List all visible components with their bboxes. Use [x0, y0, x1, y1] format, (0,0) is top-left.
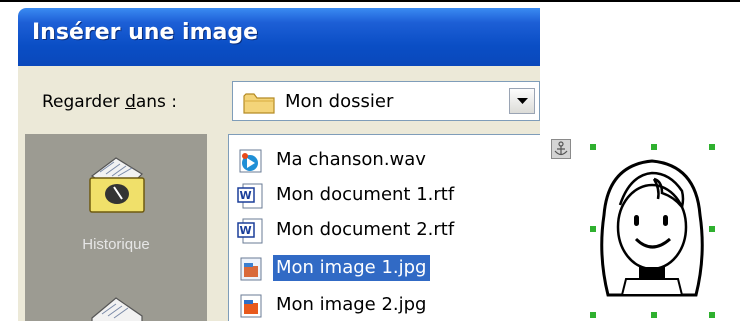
word-document-icon: W: [237, 217, 265, 245]
places-item-next[interactable]: [86, 292, 148, 321]
folder-icon: [243, 92, 275, 118]
chevron-down-icon: [517, 98, 528, 104]
dialog-title: Insérer une image: [32, 20, 259, 45]
dialog-titlebar[interactable]: Insérer une image: [18, 8, 540, 66]
girl-face-clipart[interactable]: [590, 145, 714, 315]
envelope-icon: [91, 297, 143, 321]
dropdown-button[interactable]: [509, 88, 535, 114]
file-name: Mon document 1.rtf: [276, 184, 455, 205]
file-list: Ma chanson.wav W Mon document 1.rtf W Mo: [228, 134, 540, 321]
places-bar: Historique: [25, 134, 207, 321]
insert-image-dialog: Insérer une image Regarder dans : Mon do…: [18, 8, 540, 321]
anchor-icon[interactable]: [551, 139, 571, 163]
svg-text:W: W: [240, 189, 252, 202]
file-name: Ma chanson.wav: [276, 149, 426, 170]
places-item-label: Historique: [82, 236, 150, 253]
image-file-icon: [237, 292, 265, 320]
image-file-icon: [237, 255, 265, 283]
look-in-value: Mon dossier: [285, 91, 394, 112]
file-name: Mon image 1.jpg: [273, 255, 430, 281]
file-name: Mon document 2.rtf: [276, 219, 455, 240]
places-item-history[interactable]: Historique: [25, 148, 207, 258]
svg-text:W: W: [240, 224, 252, 237]
file-name: Mon image 2.jpg: [276, 294, 427, 315]
word-document-icon: W: [237, 182, 265, 210]
look-in-dropdown[interactable]: Mon dossier: [232, 81, 540, 121]
top-border-line: [0, 0, 740, 2]
look-in-label: Regarder dans :: [42, 92, 178, 112]
audio-file-icon: [237, 147, 265, 175]
history-icon: [89, 157, 145, 213]
